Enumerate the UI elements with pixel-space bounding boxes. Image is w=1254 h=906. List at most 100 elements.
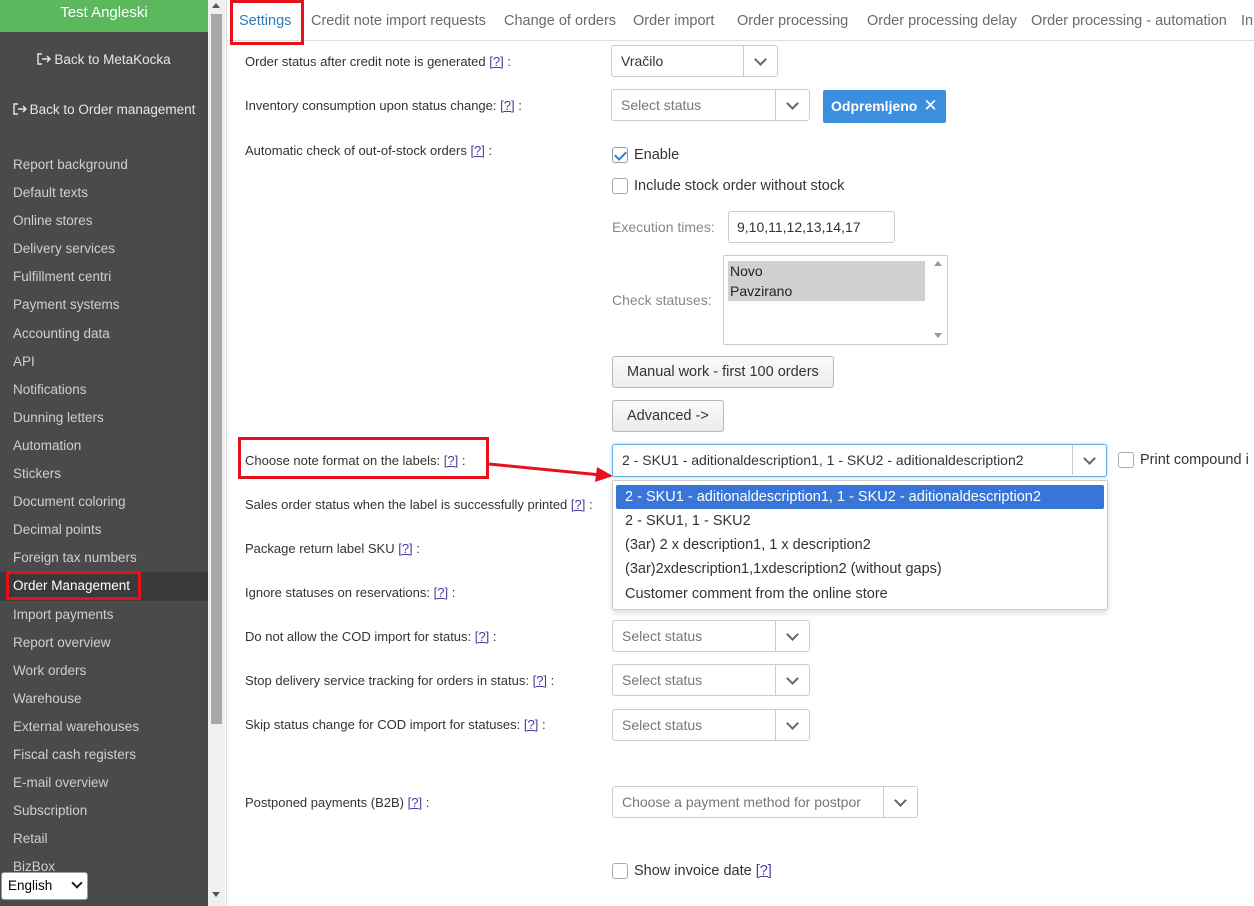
scroll-up-icon[interactable] bbox=[212, 3, 220, 8]
help-link[interactable]: [?] bbox=[470, 143, 484, 158]
tab-more[interactable]: In bbox=[1241, 13, 1253, 29]
listbox-scrollbar[interactable] bbox=[930, 257, 946, 343]
back-to-order-management-link[interactable]: Back to Order management bbox=[0, 102, 208, 117]
chevron-down-icon bbox=[1072, 445, 1106, 475]
exit-icon bbox=[37, 53, 52, 65]
sidebar-item-warehouse[interactable]: Warehouse bbox=[0, 685, 208, 713]
scroll-down-icon[interactable] bbox=[934, 333, 942, 338]
execution-times-input[interactable]: 9,10,11,12,13,14,17 bbox=[728, 211, 895, 243]
sidebar-item-online-stores[interactable]: Online stores bbox=[0, 207, 208, 235]
help-link[interactable]: [?] bbox=[434, 585, 448, 600]
note-format-option[interactable]: 2 - SKU1, 1 - SKU2 bbox=[616, 509, 1104, 533]
postponed-payments-label: Postponed payments (B2B) [?] : bbox=[245, 795, 430, 810]
sidebar-item-default-texts[interactable]: Default texts bbox=[0, 179, 208, 207]
skip-status-change-label: Skip status change for COD import for st… bbox=[245, 717, 546, 732]
tab-order-import[interactable]: Order import bbox=[633, 13, 714, 29]
sidebar-item-report-overview[interactable]: Report overview bbox=[0, 629, 208, 657]
chevron-down-icon bbox=[775, 90, 809, 120]
sidebar-item-payment-systems[interactable]: Payment systems bbox=[0, 291, 208, 319]
help-link[interactable]: [?] bbox=[398, 541, 412, 556]
check-status-option[interactable]: Novo bbox=[728, 261, 925, 281]
check-statuses-listbox[interactable]: Novo Pavzirano bbox=[723, 255, 948, 345]
scrollbar-thumb[interactable] bbox=[211, 14, 222, 724]
chevron-down-icon bbox=[743, 46, 777, 76]
status-tag-odpremljeno: Odpremljeno ✕ bbox=[823, 90, 946, 123]
no-cod-import-placeholder: Select status bbox=[622, 628, 703, 644]
back-to-metakocka-label: Back to MetaKocka bbox=[54, 52, 171, 67]
chevron-down-icon bbox=[775, 665, 809, 695]
note-format-select[interactable]: 2 - SKU1 - aditionaldescription1, 1 - SK… bbox=[612, 444, 1107, 477]
show-invoice-date-checkbox[interactable] bbox=[612, 863, 628, 879]
scroll-up-icon[interactable] bbox=[934, 261, 942, 266]
sidebar-item-external-warehouses[interactable]: External warehouses bbox=[0, 713, 208, 741]
enable-checkbox[interactable] bbox=[612, 147, 628, 163]
help-link[interactable]: [?] bbox=[444, 453, 458, 468]
tab-order-processing-delay[interactable]: Order processing delay bbox=[867, 13, 1017, 29]
note-format-option[interactable]: (3ar) 2 x description1, 1 x description2 bbox=[616, 533, 1104, 557]
enable-label: Enable bbox=[634, 147, 680, 163]
stop-tracking-placeholder: Select status bbox=[622, 672, 703, 688]
chevron-down-icon bbox=[71, 877, 83, 889]
sidebar-item-dunning-letters[interactable]: Dunning letters bbox=[0, 404, 208, 432]
sidebar-item-order-management[interactable]: Order Management bbox=[0, 571, 208, 601]
close-icon[interactable]: ✕ bbox=[923, 90, 937, 121]
help-link[interactable]: [?] bbox=[408, 795, 422, 810]
back-to-order-management-label: Back to Order management bbox=[29, 102, 196, 117]
package-return-sku-label: Package return label SKU [?] : bbox=[245, 541, 420, 556]
sidebar-item-document-coloring[interactable]: Document coloring bbox=[0, 488, 208, 516]
no-cod-import-select[interactable]: Select status bbox=[612, 620, 810, 652]
note-format-option[interactable]: (3ar)2xdescription1,1xdescription2 (with… bbox=[616, 557, 1104, 581]
manual-work-button[interactable]: Manual work - first 100 orders bbox=[612, 356, 834, 388]
scroll-down-icon[interactable] bbox=[212, 892, 220, 897]
back-to-metakocka-link[interactable]: Back to MetaKocka bbox=[0, 52, 208, 67]
sidebar-item-delivery-services[interactable]: Delivery services bbox=[0, 235, 208, 263]
help-link[interactable]: [?] bbox=[571, 497, 585, 512]
sidebar-item-fiscal-cash-registers[interactable]: Fiscal cash registers bbox=[0, 741, 208, 769]
show-invoice-date-label: Show invoice date [?] bbox=[634, 863, 772, 879]
help-link[interactable]: [?] bbox=[756, 863, 772, 879]
tab-order-processing[interactable]: Order processing bbox=[737, 13, 848, 29]
credit-note-status-select[interactable]: Vračilo bbox=[611, 45, 778, 77]
inventory-consumption-placeholder: Select status bbox=[621, 97, 702, 113]
note-format-option[interactable]: 2 - SKU1 - aditionaldescription1, 1 - SK… bbox=[616, 485, 1104, 509]
print-compound-checkbox[interactable] bbox=[1118, 452, 1134, 468]
sidebar-item-report-background[interactable]: Report background bbox=[0, 151, 208, 179]
tab-order-processing-automation[interactable]: Order processing - automation bbox=[1031, 13, 1227, 29]
skip-status-change-select[interactable]: Select status bbox=[612, 709, 810, 741]
note-format-value: 2 - SKU1 - aditionaldescription1, 1 - SK… bbox=[622, 452, 1024, 468]
sidebar-item-api[interactable]: API bbox=[0, 348, 208, 376]
sidebar-item-order-management-label: Order Management bbox=[5, 571, 142, 601]
advanced-button[interactable]: Advanced -> bbox=[612, 400, 724, 432]
help-link[interactable]: [?] bbox=[500, 98, 514, 113]
note-format-option[interactable]: Customer comment from the online store bbox=[616, 582, 1104, 606]
sidebar-item-email-overview[interactable]: E-mail overview bbox=[0, 769, 208, 797]
language-select[interactable]: English bbox=[1, 872, 88, 900]
include-stock-checkbox[interactable] bbox=[612, 178, 628, 194]
tab-credit-note-import-requests[interactable]: Credit note import requests bbox=[311, 13, 486, 29]
sidebar-item-foreign-tax-numbers[interactable]: Foreign tax numbers bbox=[0, 544, 208, 572]
postponed-payments-select[interactable]: Choose a payment method for postpor bbox=[612, 786, 918, 818]
sidebar-item-import-payments[interactable]: Import payments bbox=[0, 601, 208, 629]
sidebar-item-stickers[interactable]: Stickers bbox=[0, 460, 208, 488]
sidebar-item-work-orders[interactable]: Work orders bbox=[0, 657, 208, 685]
sidebar-item-subscription[interactable]: Subscription bbox=[0, 797, 208, 825]
sidebar-item-decimal-points[interactable]: Decimal points bbox=[0, 516, 208, 544]
sidebar-item-notifications[interactable]: Notifications bbox=[0, 376, 208, 404]
chevron-down-icon bbox=[775, 710, 809, 740]
tab-change-of-orders[interactable]: Change of orders bbox=[504, 13, 616, 29]
credit-note-status-label: Order status after credit note is genera… bbox=[245, 54, 511, 69]
sidebar-item-automation[interactable]: Automation bbox=[0, 432, 208, 460]
help-link[interactable]: [?] bbox=[489, 54, 503, 69]
sidebar-item-retail[interactable]: Retail bbox=[0, 825, 208, 853]
inventory-consumption-label: Inventory consumption upon status change… bbox=[245, 98, 522, 113]
sidebar-item-accounting-data[interactable]: Accounting data bbox=[0, 320, 208, 348]
help-link[interactable]: [?] bbox=[533, 673, 547, 688]
help-link[interactable]: [?] bbox=[524, 717, 538, 732]
sidebar-item-fulfillment-centri[interactable]: Fulfillment centri bbox=[0, 263, 208, 291]
stop-tracking-select[interactable]: Select status bbox=[612, 664, 810, 696]
brand-title: Test Angleski bbox=[0, 0, 208, 32]
help-link[interactable]: [?] bbox=[475, 629, 489, 644]
check-status-option[interactable]: Pavzirano bbox=[728, 281, 925, 301]
inventory-consumption-select[interactable]: Select status bbox=[611, 89, 810, 121]
sidebar-scrollbar[interactable] bbox=[208, 0, 225, 906]
